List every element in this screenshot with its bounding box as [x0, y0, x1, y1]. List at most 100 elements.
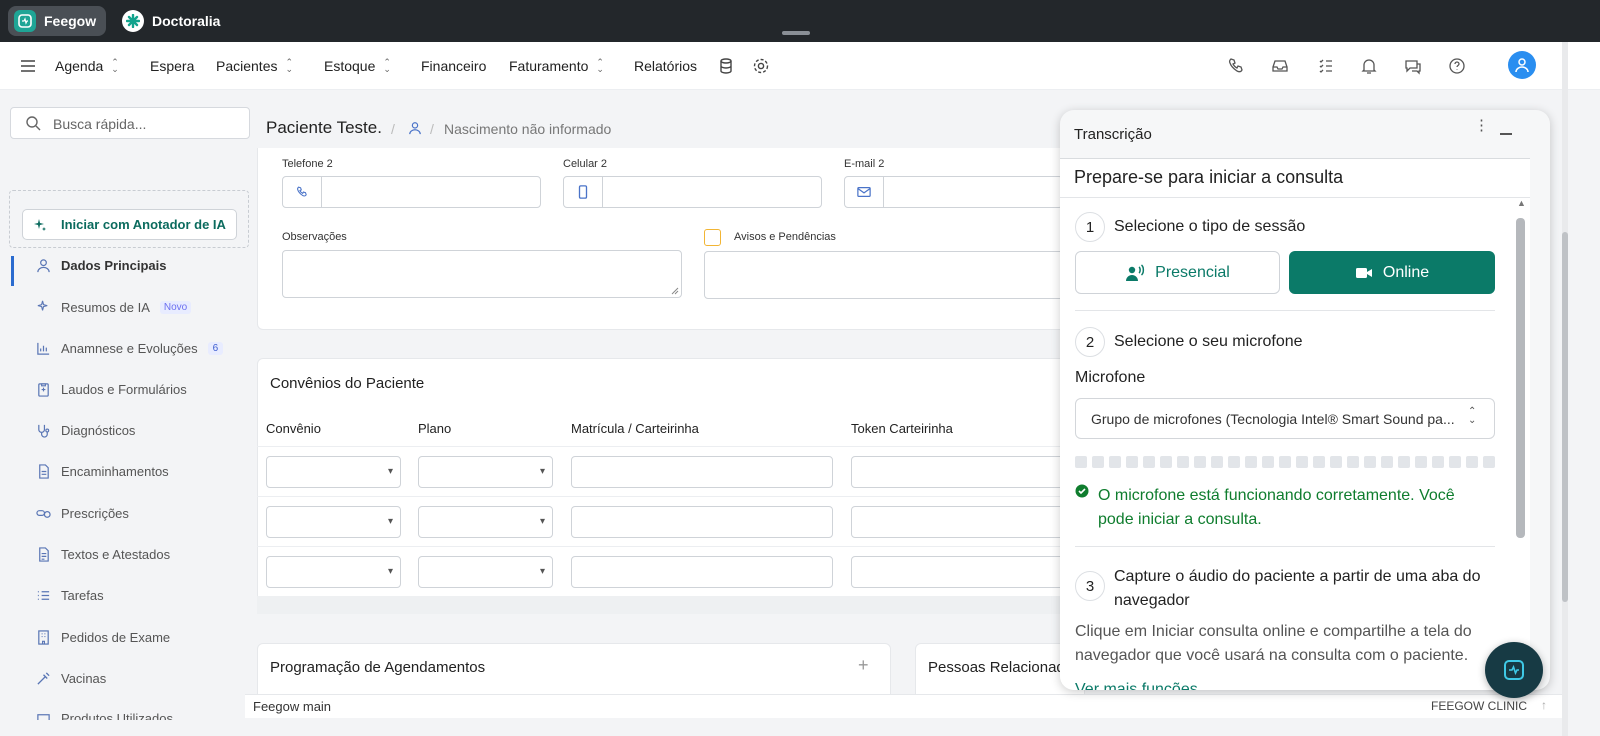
bell-icon[interactable]	[1359, 56, 1379, 76]
browser-top-bar: Feegow Doctoralia	[0, 0, 1600, 42]
feegow-assistant-fab[interactable]	[1485, 642, 1543, 698]
panel-scrollbar[interactable]: ▲	[1516, 198, 1526, 688]
page-scrollbar-thumb[interactable]	[1562, 232, 1568, 602]
sidebar-item-label: Dados Principais	[61, 258, 167, 273]
document-icon	[39, 464, 49, 479]
programacao-title: Programação de Agendamentos	[270, 659, 486, 676]
user-icon[interactable]	[408, 121, 422, 135]
matricula-input[interactable]	[571, 506, 833, 538]
database-icon[interactable]	[716, 56, 736, 76]
matricula-input[interactable]	[571, 456, 833, 488]
plano-select[interactable]	[418, 556, 553, 588]
avisos-textarea[interactable]	[704, 251, 1064, 299]
matricula-input[interactable]	[571, 556, 833, 588]
online-label: Online	[1382, 263, 1430, 281]
settings-gear-icon[interactable]	[751, 56, 771, 76]
token-input[interactable]	[851, 556, 1066, 588]
presencial-button[interactable]: Presencial	[1075, 251, 1280, 294]
plano-select[interactable]	[418, 456, 553, 488]
sidebar-item-label: Prescrições	[61, 506, 129, 521]
add-plus-icon[interactable]: +	[858, 655, 869, 676]
level-bar	[1296, 456, 1308, 468]
level-bar	[1092, 456, 1104, 468]
sidebar-item-resumos-ia[interactable]: Resumos de IA Novo	[36, 300, 192, 315]
level-bar	[1177, 456, 1189, 468]
phone-icon[interactable]	[1226, 56, 1246, 76]
sidebar-item-laudos[interactable]: Laudos e Formulários	[36, 382, 187, 397]
sidebar-item-label: Resumos de IA	[61, 300, 150, 315]
syringe-icon	[37, 672, 50, 685]
convenio-select[interactable]	[266, 556, 401, 588]
celular2-input[interactable]	[602, 176, 822, 208]
minimize-icon[interactable]	[1500, 133, 1512, 135]
nav-relatorios[interactable]: Relatórios	[634, 58, 697, 74]
sidebar-item-produtos[interactable]: Produtos Utilizados	[36, 711, 173, 720]
status-left-text: Feegow main	[253, 699, 332, 714]
convenios-footer	[257, 596, 1087, 614]
more-vertical-icon[interactable]: ⋮	[1474, 118, 1489, 133]
token-input[interactable]	[851, 506, 1066, 538]
nav-pacientes-label: Pacientes	[216, 58, 278, 74]
level-bar	[1483, 456, 1495, 468]
sidebar-item-dados-principais[interactable]: Dados Principais	[36, 258, 166, 273]
sidebar-item-encaminhamentos[interactable]: Encaminhamentos	[36, 464, 169, 479]
box-icon	[37, 714, 50, 720]
sidebar-item-pedidos-exame[interactable]: Pedidos de Exame	[36, 630, 170, 645]
scroll-up-arrow-icon[interactable]: ↑	[1541, 698, 1547, 712]
nav-pacientes[interactable]: Pacientes ⌃ ⌄	[216, 58, 293, 75]
sidebar-item-prescricoes[interactable]: Prescrições	[36, 506, 129, 521]
telefone2-input[interactable]	[321, 176, 541, 208]
table-divider	[257, 496, 1067, 497]
more-functions-link[interactable]: Ver mais funções	[1075, 682, 1275, 690]
convenio-select[interactable]	[266, 456, 401, 488]
nav-espera[interactable]: Espera	[150, 58, 194, 74]
scrollbar-thumb[interactable]	[1516, 218, 1525, 538]
microphone-select[interactable]: Grupo de microfones (Tecnologia Intel® S…	[1075, 398, 1495, 439]
person-speaking-icon	[1126, 263, 1145, 281]
tab-feegow-label: Feegow	[44, 13, 97, 29]
status-bar: Feegow main FEEGOW CLINIC ↑	[245, 694, 1565, 718]
inbox-icon[interactable]	[1270, 56, 1290, 76]
nav-financeiro[interactable]: Financeiro	[421, 58, 486, 74]
resize-handle-icon[interactable]	[671, 287, 679, 295]
sidebar-item-vacinas[interactable]: Vacinas	[36, 671, 106, 686]
sidebar-item-tarefas[interactable]: Tarefas	[36, 588, 104, 603]
nav-estoque[interactable]: Estoque ⌃ ⌄	[324, 58, 391, 75]
scroll-up-icon[interactable]: ▲	[1517, 198, 1526, 208]
tab-feegow[interactable]: Feegow	[8, 6, 107, 36]
label-celular2: Celular 2	[563, 158, 608, 170]
tab-doctoralia[interactable]: Doctoralia	[116, 6, 230, 36]
nav-faturamento-label: Faturamento	[509, 58, 589, 74]
plano-select[interactable]	[418, 506, 553, 538]
chevron-updown-icon: ⌃ ⌄	[596, 57, 604, 74]
table-divider	[257, 546, 1067, 547]
level-bar	[1279, 456, 1291, 468]
email2-input[interactable]	[883, 176, 1063, 208]
sidebar-item-textos[interactable]: Textos e Atestados	[36, 547, 170, 562]
chevron-updown-icon: ⌃ ⌄	[111, 57, 119, 74]
chat-icon[interactable]	[1403, 56, 1423, 76]
video-camera-icon	[1355, 267, 1372, 278]
nav-faturamento[interactable]: Faturamento ⌃ ⌄	[509, 57, 604, 75]
hamburger-menu-icon[interactable]	[18, 56, 38, 76]
quick-search-input[interactable]: Busca rápida...	[10, 107, 250, 139]
drag-handle-icon[interactable]	[782, 31, 810, 35]
page-scrollbar[interactable]	[1562, 42, 1568, 736]
user-avatar-icon[interactable]	[1508, 51, 1536, 79]
table-divider	[257, 446, 1067, 447]
check-circle-icon	[1075, 484, 1089, 498]
avisos-checkbox[interactable]	[704, 229, 721, 246]
online-button[interactable]: Online	[1289, 251, 1495, 294]
sidebar-item-anamnese[interactable]: Anamnese e Evoluções 6	[36, 341, 224, 356]
level-bar	[1109, 456, 1121, 468]
token-input[interactable]	[851, 456, 1066, 488]
help-icon[interactable]	[1447, 56, 1467, 76]
observacoes-textarea[interactable]	[282, 250, 682, 298]
mobile-phone-icon	[563, 176, 603, 208]
task-list-icon[interactable]	[1316, 56, 1336, 76]
start-ai-annotator-button[interactable]: Iniciar com Anotador de IA	[22, 209, 237, 240]
nav-agenda[interactable]: Agenda ⌃ ⌄	[55, 57, 119, 75]
sidebar-item-diagnosticos[interactable]: Diagnósticos	[36, 423, 135, 438]
convenio-select[interactable]	[266, 506, 401, 538]
convenios-title: Convênios do Paciente	[270, 375, 425, 392]
